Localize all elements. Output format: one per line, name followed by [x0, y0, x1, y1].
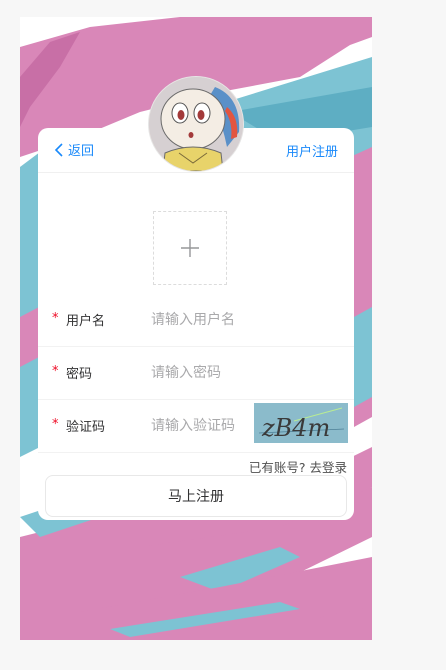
password-input[interactable] — [151, 362, 251, 384]
required-mark: * — [52, 417, 59, 432]
password-label: 密码 — [66, 367, 93, 382]
captcha-input[interactable] — [151, 415, 251, 437]
plus-icon — [181, 239, 199, 257]
username-row: * 用户名 — [38, 294, 354, 347]
nav-title-register[interactable]: 用户注册 — [286, 141, 338, 160]
required-mark: * — [52, 364, 59, 379]
avatar-image — [149, 77, 243, 171]
password-row: * 密码 — [38, 347, 354, 400]
captcha-row: * 验证码 zB4m — [38, 400, 354, 453]
required-mark: * — [52, 311, 59, 326]
avatar — [148, 76, 244, 172]
captcha-text: zB4m — [261, 414, 330, 442]
back-label: 返回 — [68, 144, 95, 159]
register-card: 返回 用户注册 * 用户名 * 密码 * 验证码 zB4m 已有账号? 去登录 … — [38, 128, 354, 520]
username-input[interactable] — [151, 309, 251, 331]
back-button[interactable]: 返回 — [54, 140, 94, 159]
register-submit-button[interactable]: 马上注册 — [45, 475, 347, 517]
username-label: 用户名 — [66, 314, 106, 329]
avatar-upload-button[interactable] — [153, 211, 227, 285]
chevron-left-icon — [54, 142, 63, 157]
go-login-link[interactable]: 已有账号? 去登录 — [249, 457, 347, 476]
captcha-label: 验证码 — [66, 420, 106, 435]
captcha-image[interactable]: zB4m — [254, 403, 348, 443]
